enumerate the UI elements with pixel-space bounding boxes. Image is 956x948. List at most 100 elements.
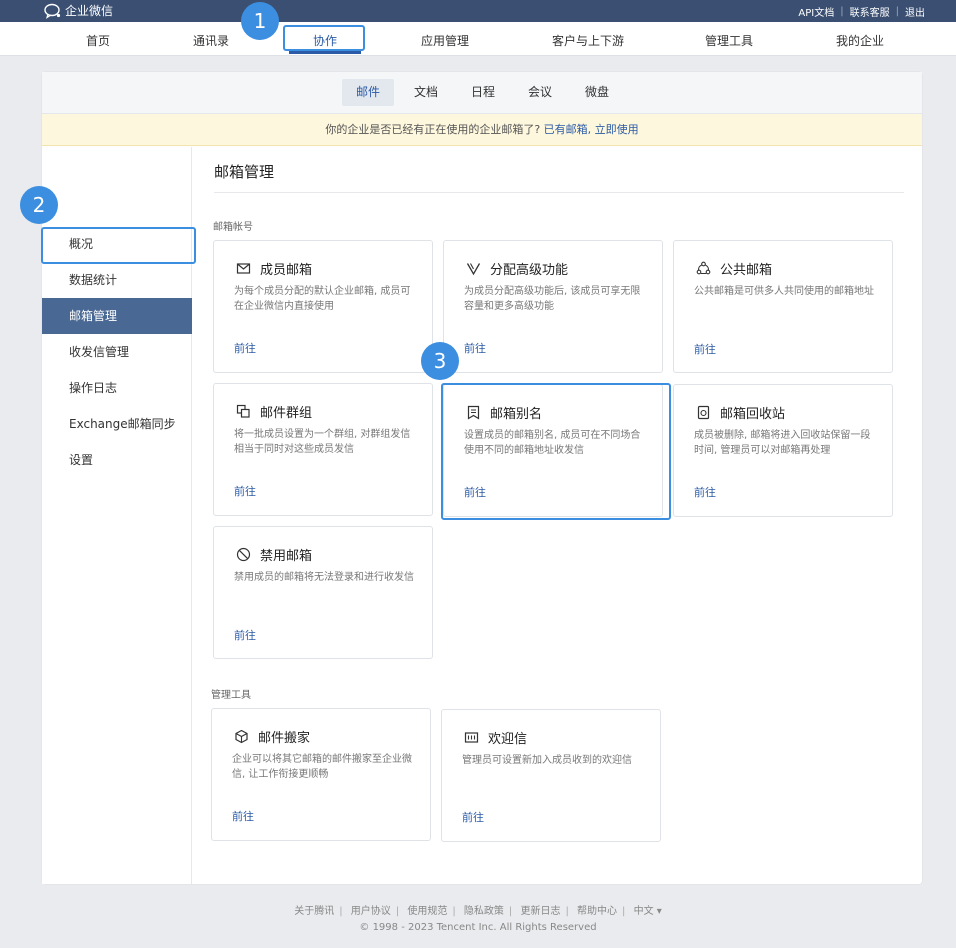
step-badge-1: 1	[241, 2, 279, 40]
card-header: 公共邮箱	[696, 259, 772, 278]
highlight-box-mailbox-alias	[441, 383, 671, 520]
card-header: 邮箱回收站	[696, 403, 785, 422]
active-nav-underline	[289, 51, 361, 54]
card-title: 欢迎信	[488, 732, 528, 747]
go-link[interactable]: 前往	[232, 808, 254, 824]
nav-customers[interactable]: 客户与上下游	[552, 32, 624, 49]
card-advanced-features[interactable]: 分配高级功能 为成员分配高级功能后, 该成员可享无限容量和更多高级功能 前往	[443, 240, 663, 373]
share-icon	[696, 261, 711, 275]
nav-home[interactable]: 首页	[86, 32, 110, 49]
nav-my-company[interactable]: 我的企业	[836, 32, 884, 49]
card-description: 禁用成员的邮箱将无法登录和进行收发信	[234, 572, 414, 583]
card-title: 邮件群组	[260, 406, 313, 421]
nav-admin-tools[interactable]: 管理工具	[705, 32, 753, 49]
card-disable-mailbox[interactable]: 禁用邮箱 禁用成员的邮箱将无法登录和进行收发信 前往	[213, 526, 433, 659]
sidebar-item-mailbox-management[interactable]: 邮箱管理	[42, 298, 192, 334]
api-docs-link[interactable]: API文档	[798, 4, 834, 19]
separator: |	[840, 6, 844, 17]
brand-name: 企业微信	[65, 4, 114, 18]
section-label-accounts: 邮箱帐号	[213, 222, 253, 233]
card-header: 禁用邮箱	[236, 545, 312, 564]
card-title: 成员邮箱	[260, 263, 313, 278]
envelope-icon	[236, 263, 251, 274]
step-badge-3: 3	[421, 342, 459, 380]
tab-meeting[interactable]: 会议	[514, 79, 566, 106]
separator: |	[565, 906, 569, 917]
card-title: 分配高级功能	[490, 263, 569, 278]
go-link[interactable]: 前往	[694, 341, 716, 357]
use-existing-mailbox-link[interactable]: 已有邮箱, 立即使用	[544, 123, 639, 136]
go-link[interactable]: 前往	[462, 809, 484, 825]
go-link[interactable]: 前往	[234, 627, 256, 643]
card-title: 邮件搬家	[258, 731, 311, 746]
v-icon	[466, 263, 481, 276]
recycle-icon	[697, 405, 710, 420]
go-link[interactable]: 前往	[234, 340, 256, 356]
brand[interactable]: 企业微信	[44, 2, 113, 19]
tab-drive[interactable]: 微盘	[571, 79, 623, 106]
tab-mail[interactable]: 邮件	[342, 79, 395, 106]
card-public-mailbox[interactable]: 公共邮箱 公共邮箱是可供多人共同使用的邮箱地址 前往	[673, 240, 893, 373]
card-header: 邮件群组	[236, 402, 312, 421]
separator: |	[895, 6, 899, 17]
card-header: 成员邮箱	[236, 259, 312, 278]
go-link[interactable]: 前往	[694, 484, 716, 500]
separator: |	[508, 906, 513, 917]
main-nav: 首页 通讯录 协作 应用管理 客户与上下游 管理工具 我的企业	[0, 22, 956, 56]
card-description: 将一批成员设置为一个群组, 对群组发信相当于同时对这些成员发信	[234, 429, 411, 455]
go-link[interactable]: 前往	[464, 340, 486, 356]
divider	[214, 192, 904, 193]
ban-icon	[236, 547, 251, 562]
step-badge-2: 2	[20, 186, 58, 224]
card-header: 分配高级功能	[466, 259, 568, 278]
footer-link-about[interactable]: 关于腾讯	[294, 906, 334, 917]
highlight-box-mailbox-management	[41, 227, 196, 264]
sidebar-item-send-receive[interactable]: 收发信管理	[42, 334, 192, 370]
logout-link[interactable]: 退出	[905, 4, 925, 19]
contact-support-link[interactable]: 联系客服	[850, 4, 890, 19]
card-title: 公共邮箱	[720, 263, 773, 278]
language-select[interactable]: 中文 ▾	[634, 906, 662, 917]
welcome-icon	[464, 732, 479, 743]
sidebar-item-exchange-sync[interactable]: Exchange邮箱同步	[42, 406, 192, 442]
top-bar: 企业微信 API文档 | 联系客服 | 退出	[0, 0, 956, 22]
footer: 关于腾讯 | 用户协议 | 使用规范 | 隐私政策 | 更新日志 | 帮助中心 | 中文 ▾…	[0, 902, 956, 933]
card-description: 公共邮箱是可供多人共同使用的邮箱地址	[694, 286, 874, 297]
card-header: 欢迎信	[464, 728, 527, 747]
sidebar-item-operation-log[interactable]: 操作日志	[42, 370, 192, 406]
tab-calendar[interactable]: 日程	[457, 79, 509, 106]
card-mail-group[interactable]: 邮件群组 将一批成员设置为一个群组, 对群组发信相当于同时对这些成员发信 前往	[213, 383, 433, 516]
separator: |	[395, 906, 400, 917]
footer-links: 关于腾讯 | 用户协议 | 使用规范 | 隐私政策 | 更新日志 | 帮助中心 | 中文 ▾	[0, 902, 956, 917]
tab-docs[interactable]: 文档	[400, 79, 452, 106]
card-header: 邮件搬家	[234, 727, 310, 746]
footer-link-terms[interactable]: 用户协议	[351, 906, 391, 917]
sidebar-item-statistics[interactable]: 数据统计	[42, 262, 192, 298]
footer-link-privacy[interactable]: 隐私政策	[464, 906, 504, 917]
notice-banner: 你的企业是否已经有正在使用的企业邮箱了? 已有邮箱, 立即使用	[42, 114, 922, 146]
sidebar-item-settings[interactable]: 设置	[42, 442, 192, 478]
card-description: 为成员分配高级功能后, 该成员可享无限容量和更多高级功能	[464, 286, 641, 312]
footer-link-usage-rules[interactable]: 使用规范	[407, 906, 447, 917]
separator: |	[622, 906, 626, 917]
nav-contacts[interactable]: 通讯录	[193, 32, 229, 49]
card-mail-migration[interactable]: 邮件搬家 企业可以将其它邮箱的邮件搬家至企业微信, 让工作衔接更顺畅 前往	[211, 708, 431, 841]
card-description: 企业可以将其它邮箱的邮件搬家至企业微信, 让工作衔接更顺畅	[232, 754, 412, 780]
footer-link-changelog[interactable]: 更新日志	[520, 906, 560, 917]
card-welcome-letter[interactable]: 欢迎信 管理员可设置新加入成员收到的欢迎信 前往	[441, 709, 661, 842]
card-mailbox-recycle[interactable]: 邮箱回收站 成员被删除, 邮箱将进入回收站保留一段时间, 管理员可以对邮箱再处理…	[673, 384, 893, 517]
highlight-box-collaboration	[283, 25, 365, 51]
separator: |	[452, 906, 456, 917]
go-link[interactable]: 前往	[234, 483, 256, 499]
nav-app-management[interactable]: 应用管理	[421, 32, 469, 49]
top-links: API文档 | 联系客服 | 退出	[798, 4, 925, 19]
card-title: 禁用邮箱	[260, 549, 313, 564]
footer-link-help[interactable]: 帮助中心	[577, 906, 617, 917]
card-description: 管理员可设置新加入成员收到的欢迎信	[462, 755, 632, 766]
card-member-mailbox[interactable]: 成员邮箱 为每个成员分配的默认企业邮箱, 成员可在企业微信内直接使用 前往	[213, 240, 433, 373]
separator: |	[339, 906, 343, 917]
section-label-tools: 管理工具	[211, 690, 251, 701]
sub-nav: 邮件 文档 日程 会议 微盘	[42, 72, 922, 114]
page-title: 邮箱管理	[214, 163, 275, 181]
notice-text: 你的企业是否已经有正在使用的企业邮箱了?	[325, 123, 541, 136]
